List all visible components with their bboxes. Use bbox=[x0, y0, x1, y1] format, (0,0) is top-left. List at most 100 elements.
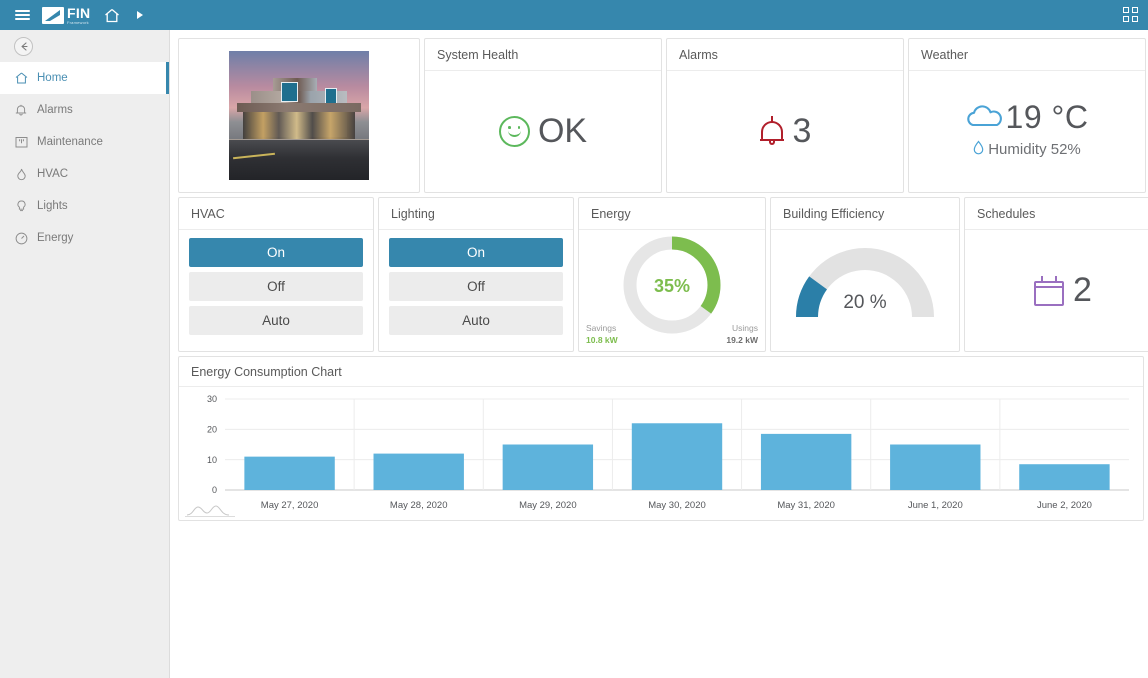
calendar-icon bbox=[1034, 275, 1065, 306]
svg-text:20: 20 bbox=[207, 425, 217, 435]
home-button[interactable] bbox=[98, 1, 126, 29]
controls-row: HVAC On Off Auto Lighting On Off Auto En… bbox=[178, 197, 1148, 352]
card-title: Building Efficiency bbox=[771, 198, 959, 230]
hamburger-icon bbox=[14, 10, 30, 20]
energy-savings-caption: Savings bbox=[586, 323, 617, 334]
sidebar-item-label: Energy bbox=[37, 232, 74, 244]
card-title: Energy bbox=[579, 198, 765, 230]
arrow-left-icon bbox=[21, 41, 28, 51]
bar-chart: 0 10 20 30 May 27, 2020 May 28, 2020 May 29, 2… bbox=[207, 394, 1129, 511]
toolbox-icon bbox=[14, 136, 28, 148]
home-icon bbox=[14, 72, 28, 84]
sidebar: Home Alarms Maintenance HVAC Lights Ener… bbox=[0, 30, 170, 678]
efficiency-value-label: 20 % bbox=[843, 292, 887, 313]
smiley-face-icon bbox=[498, 116, 530, 147]
energy-usings-value: 19.2 kW bbox=[726, 334, 758, 345]
apps-grid-icon bbox=[1123, 7, 1138, 22]
bell-icon bbox=[759, 115, 785, 148]
logo-title: FIN bbox=[67, 4, 91, 21]
weather-temperature: 19 °C bbox=[1005, 98, 1089, 135]
fin-swoosh-icon bbox=[45, 9, 60, 21]
energy-savings-value: 10.8 kW bbox=[586, 334, 618, 345]
svg-text:May 30, 2020: May 30, 2020 bbox=[648, 500, 706, 511]
weather-humidity: Humidity 52% bbox=[988, 140, 1081, 158]
sidebar-back-row bbox=[0, 30, 169, 62]
app-logo[interactable]: FIN Framework bbox=[42, 6, 90, 25]
card-title: Lighting bbox=[379, 198, 573, 230]
card-title: Weather bbox=[909, 39, 1145, 71]
sidebar-item-alarms[interactable]: Alarms bbox=[0, 94, 169, 126]
gauge-icon bbox=[14, 232, 28, 245]
energy-usings: Usings 19.2 kW bbox=[726, 323, 758, 346]
energy-usings-caption: Usings bbox=[732, 323, 758, 334]
cloud-icon bbox=[966, 104, 1004, 130]
svg-text:May 28, 2020: May 28, 2020 bbox=[390, 500, 448, 511]
svg-text:May 29, 2020: May 29, 2020 bbox=[519, 500, 577, 511]
lighting-off-button[interactable]: Off bbox=[389, 272, 563, 301]
energy-savings: Savings 10.8 kW bbox=[586, 323, 618, 346]
chart-row: Energy Consumption Chart 0 10 20 30 May 27, … bbox=[178, 356, 1148, 521]
svg-text:10: 10 bbox=[207, 455, 217, 465]
hvac-on-button[interactable]: On bbox=[189, 238, 363, 267]
sidebar-item-label: Alarms bbox=[37, 104, 73, 116]
back-button[interactable] bbox=[14, 36, 33, 56]
chart-title: Energy Consumption Chart bbox=[179, 357, 1143, 387]
schedules-card[interactable]: Schedules 2 bbox=[964, 197, 1148, 352]
system-health-card: System Health OK bbox=[424, 38, 662, 193]
parking-lot bbox=[229, 140, 369, 180]
svg-text:June 2, 2020: June 2, 2020 bbox=[1037, 500, 1092, 511]
sidebar-item-maintenance[interactable]: Maintenance bbox=[0, 126, 169, 158]
svg-text:30: 30 bbox=[207, 394, 217, 404]
flame-icon bbox=[14, 168, 28, 181]
hvac-off-button[interactable]: Off bbox=[189, 272, 363, 301]
building-photo bbox=[229, 51, 369, 180]
chart-plot-area[interactable]: 0 10 20 30 May 27, 2020 May 28, 2020 May 29, 2… bbox=[179, 387, 1143, 520]
card-title: System Health bbox=[425, 39, 661, 71]
building-band bbox=[237, 103, 361, 112]
home-icon bbox=[105, 8, 120, 22]
svg-text:0: 0 bbox=[212, 485, 217, 495]
building-efficiency-card: Building Efficiency 20 % bbox=[770, 197, 960, 352]
energy-consumption-chart-card: Energy Consumption Chart 0 10 20 30 May 27, … bbox=[178, 356, 1144, 521]
apps-button[interactable] bbox=[1123, 7, 1138, 22]
system-health-value: OK bbox=[537, 112, 588, 150]
svg-text:May 27, 2020: May 27, 2020 bbox=[261, 500, 319, 511]
sidebar-item-energy[interactable]: Energy bbox=[0, 222, 169, 254]
water-drop-icon bbox=[973, 140, 984, 159]
lighting-on-button[interactable]: On bbox=[389, 238, 563, 267]
storefront-windows bbox=[243, 112, 355, 140]
svg-text:June 1, 2020: June 1, 2020 bbox=[908, 500, 963, 511]
forward-nav-button[interactable] bbox=[126, 1, 154, 29]
sidebar-item-home[interactable]: Home bbox=[0, 62, 169, 94]
building-sign-primary bbox=[281, 82, 298, 102]
sidebar-item-label: Home bbox=[37, 72, 68, 84]
sidebar-item-lights[interactable]: Lights bbox=[0, 190, 169, 222]
hvac-auto-button[interactable]: Auto bbox=[189, 306, 363, 335]
lighting-card: Lighting On Off Auto bbox=[378, 197, 574, 352]
card-title: Alarms bbox=[667, 39, 903, 71]
sidebar-item-label: Lights bbox=[37, 200, 68, 212]
fin-logo-icon bbox=[42, 6, 64, 24]
energy-percent-label: 35% bbox=[653, 276, 691, 296]
sidebar-item-hvac[interactable]: HVAC bbox=[0, 158, 169, 190]
hvac-card: HVAC On Off Auto bbox=[178, 197, 374, 352]
schedules-count: 2 bbox=[1073, 271, 1092, 309]
bulb-icon bbox=[14, 200, 28, 213]
energy-card: Energy 35% Savings 10.8 kW Usings 19.2 k… bbox=[578, 197, 766, 352]
building-sign-secondary bbox=[325, 88, 337, 104]
bell-icon bbox=[14, 104, 28, 117]
building-image-card bbox=[178, 38, 420, 193]
menu-button[interactable] bbox=[8, 1, 36, 29]
alarms-card[interactable]: Alarms 3 bbox=[666, 38, 904, 193]
summary-row: System Health OK Alarms 3 Weather 19 °C … bbox=[178, 38, 1148, 193]
weather-card: Weather 19 °C Humidity 52% bbox=[908, 38, 1146, 193]
top-bar: FIN Framework bbox=[0, 0, 1148, 30]
lighting-auto-button[interactable]: Auto bbox=[389, 306, 563, 335]
card-title: Schedules bbox=[965, 198, 1148, 230]
alarms-count: 3 bbox=[792, 112, 812, 150]
logo-subtitle: Framework bbox=[67, 19, 89, 25]
card-title: HVAC bbox=[179, 198, 373, 230]
chart-range-sparkline[interactable] bbox=[185, 502, 235, 518]
svg-text:May 31, 2020: May 31, 2020 bbox=[777, 500, 835, 511]
main-content: System Health OK Alarms 3 Weather 19 °C … bbox=[170, 30, 1148, 678]
